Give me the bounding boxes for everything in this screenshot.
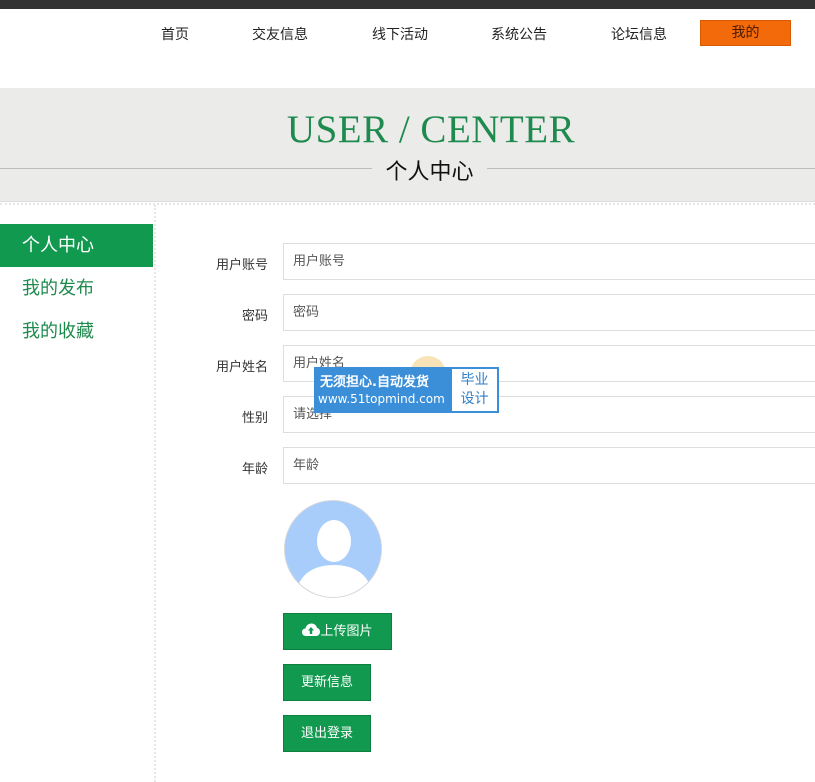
age-label: 年龄 bbox=[241, 462, 268, 477]
sidebar-item-my-posts[interactable]: 我的发布 bbox=[0, 267, 153, 310]
cloud-upload-icon bbox=[302, 623, 321, 636]
nav-item-dating-info[interactable]: 交友信息 bbox=[252, 24, 308, 44]
watermark-side: 毕业 设计 bbox=[450, 367, 499, 413]
username-label: 用户账号 bbox=[215, 258, 268, 273]
top-bar bbox=[0, 0, 815, 9]
user-silhouette-icon bbox=[285, 501, 381, 597]
content-top-divider bbox=[0, 203, 815, 205]
sidebar-divider bbox=[154, 205, 156, 782]
banner-divider-left bbox=[0, 168, 372, 169]
username-field[interactable]: 用户账号 bbox=[283, 243, 815, 280]
password-label: 密码 bbox=[241, 309, 268, 324]
nav-item-offline-events[interactable]: 线下活动 bbox=[372, 24, 428, 44]
watermark-side1: 毕业 bbox=[460, 372, 489, 388]
upload-image-label: 上传图片 bbox=[320, 624, 373, 639]
age-field[interactable]: 年龄 bbox=[283, 447, 815, 484]
top-nav: 首页 交友信息 线下活动 系统公告 论坛信息 我的 bbox=[0, 9, 815, 57]
nav-item-mine[interactable]: 我的 bbox=[700, 20, 791, 46]
name-label: 用户姓名 bbox=[215, 360, 268, 375]
watermark-line2: www.51topmind.com bbox=[318, 392, 445, 406]
password-field[interactable]: 密码 bbox=[283, 294, 815, 331]
nav-item-forum[interactable]: 论坛信息 bbox=[611, 24, 667, 44]
sidebar-item-my-favorites[interactable]: 我的收藏 bbox=[0, 310, 153, 353]
avatar bbox=[284, 500, 382, 598]
update-info-button[interactable]: 更新信息 bbox=[283, 664, 371, 701]
logout-button[interactable]: 退出登录 bbox=[283, 715, 371, 752]
upload-image-button[interactable]: 上传图片 bbox=[283, 613, 392, 650]
watermark-badge: 无须担心.自动发货 www.51topmind.com 毕业 设计 bbox=[314, 367, 499, 413]
banner-title-en: USER / CENTER bbox=[286, 108, 576, 151]
banner-divider-right bbox=[487, 168, 815, 169]
watermark-side2: 设计 bbox=[460, 391, 489, 407]
watermark-main: 无须担心.自动发货 www.51topmind.com bbox=[314, 367, 450, 413]
banner-title-cn: 个人中心 bbox=[372, 154, 487, 186]
gender-label: 性别 bbox=[241, 411, 268, 426]
sidebar-item-user-center[interactable]: 个人中心 bbox=[0, 224, 153, 267]
nav-item-home[interactable]: 首页 bbox=[161, 24, 189, 44]
watermark-line1: 无须担心.自动发货 bbox=[320, 375, 429, 390]
nav-item-announcements[interactable]: 系统公告 bbox=[491, 24, 547, 44]
